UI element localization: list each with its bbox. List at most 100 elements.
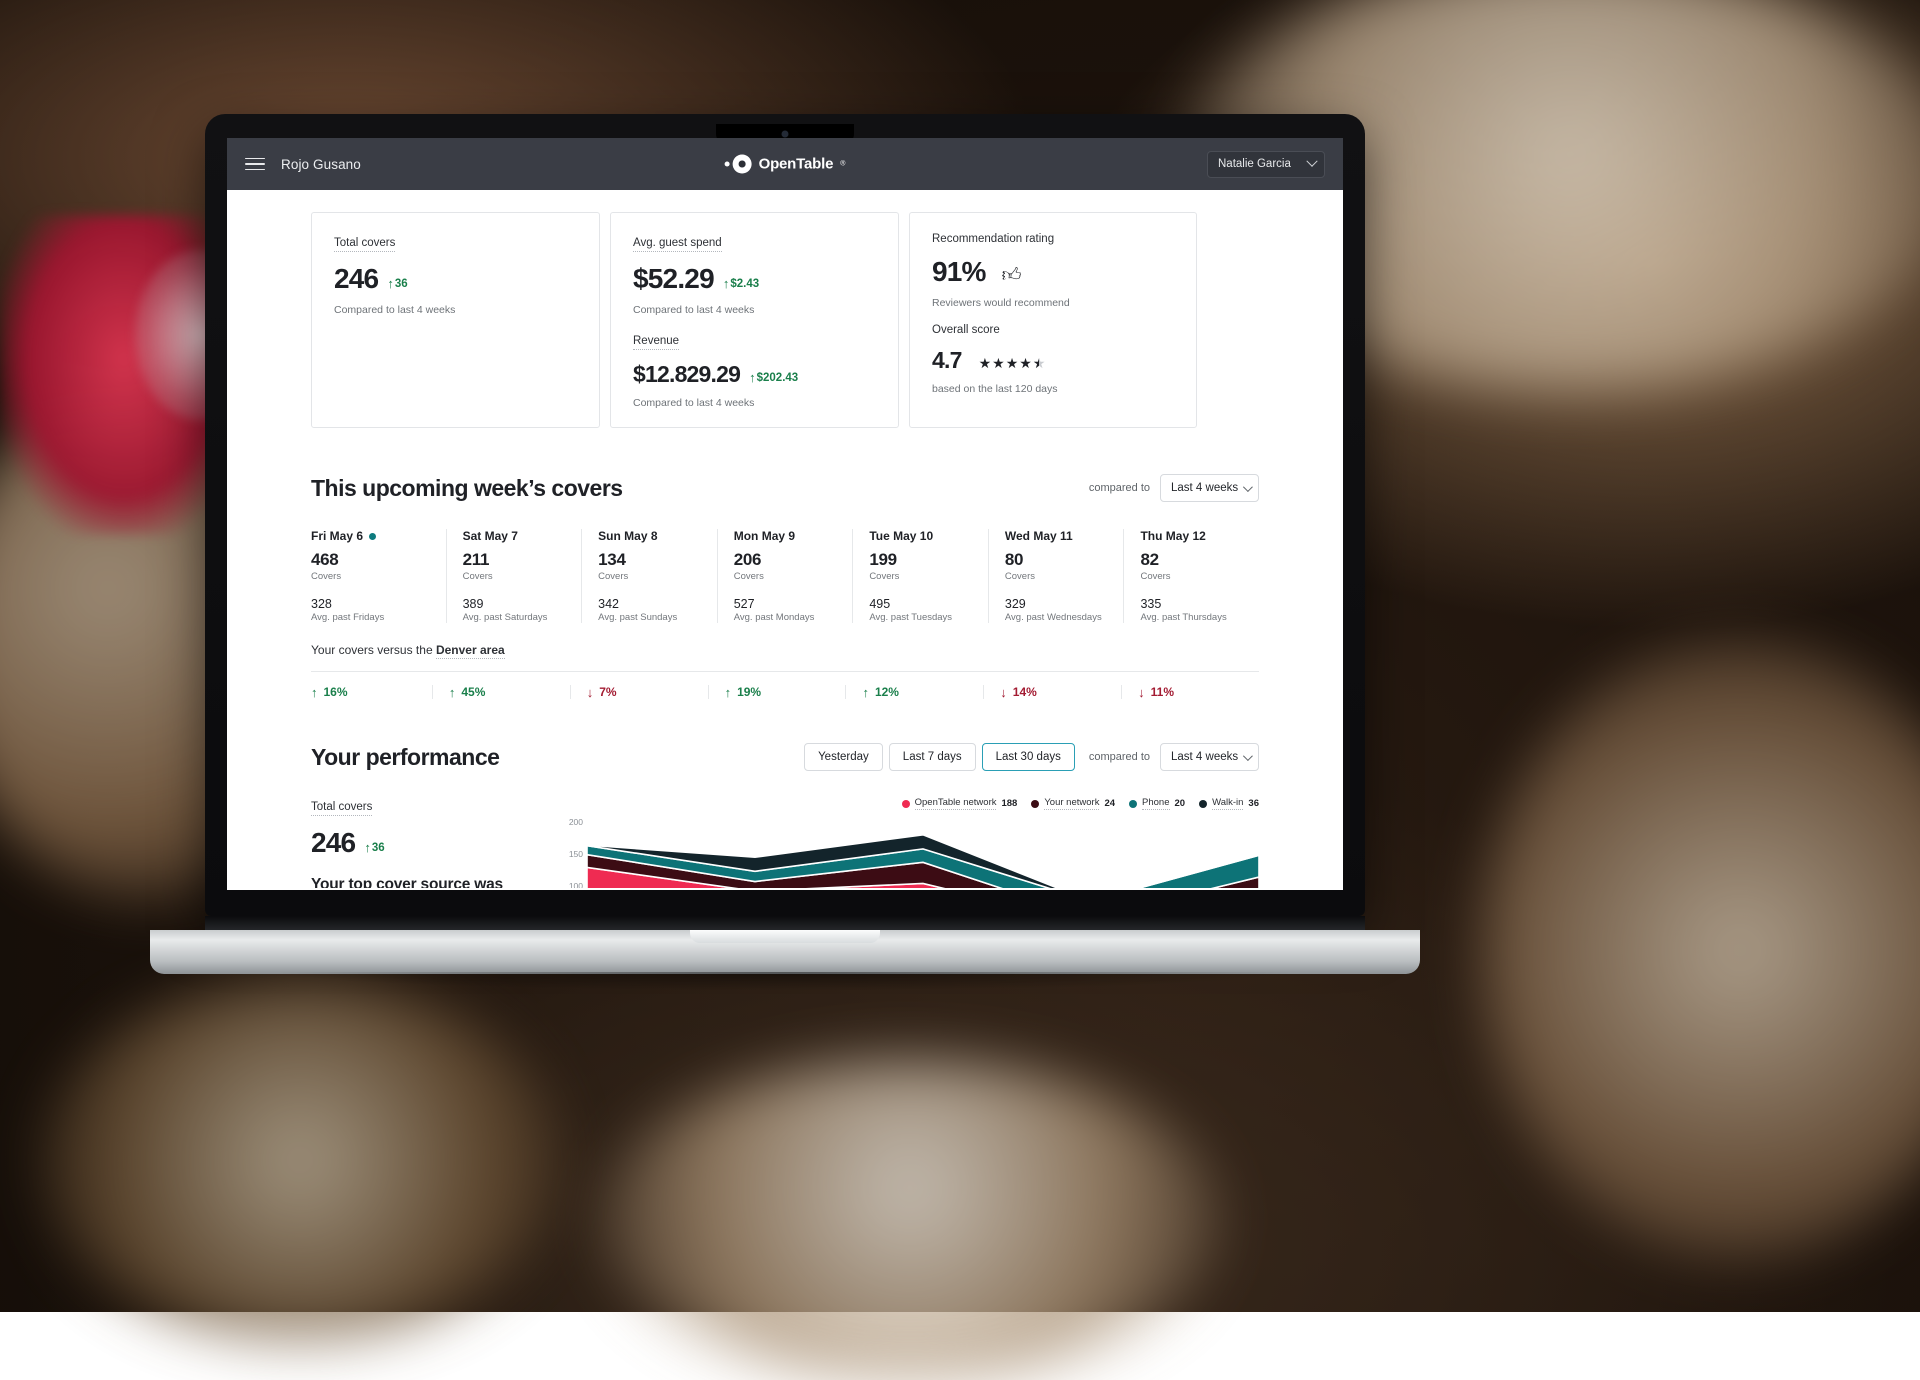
- day-covers-label: Covers: [463, 571, 582, 582]
- thumbs-up-icon: 👍︎: [1002, 266, 1022, 285]
- day-delta-value: 14%: [1013, 685, 1037, 699]
- day-avg-label: Avg. past Saturdays: [463, 612, 582, 623]
- bg-blob: [1480, 640, 1920, 1260]
- versus-area-name: Denver area: [436, 643, 505, 659]
- menu-icon[interactable]: [245, 158, 265, 171]
- legend-color-dot: [1031, 800, 1039, 808]
- day-label: Mon May 9: [734, 529, 795, 543]
- day-name: Tue May 10: [869, 529, 988, 543]
- day-name: Wed May 11: [1005, 529, 1124, 543]
- kpi-label: Avg. guest spend: [633, 237, 722, 252]
- day-card: Thu May 1282Covers335Avg. past Thursdays: [1123, 529, 1259, 623]
- chart-plot-area: 050100150200: [561, 822, 1259, 888]
- arrow-up-icon: ↑: [725, 686, 732, 699]
- user-name: Natalie Garcia: [1218, 158, 1291, 170]
- legend-value: 36: [1248, 798, 1259, 809]
- day-name: Fri May 6: [311, 529, 430, 543]
- kpi-value-revenue: $12.829.29: [633, 361, 740, 388]
- performance-comparison-value: Last 4 weeks: [1171, 751, 1238, 763]
- brand-wordmark: OpenTable: [759, 156, 834, 173]
- arrow-up-icon: ↑: [449, 686, 456, 699]
- star-icon: ★: [992, 355, 1005, 372]
- laptop-hinge: [205, 916, 1365, 930]
- chart-legend: OpenTable network188Your network24Phone2…: [561, 797, 1259, 810]
- y-axis-tick: 200: [569, 817, 583, 827]
- user-menu[interactable]: Natalie Garcia: [1207, 151, 1325, 178]
- covers-chart: OpenTable network188Your network24Phone2…: [561, 797, 1259, 888]
- bg-blob: [600, 1060, 1220, 1380]
- arrow-up-icon: ↑: [723, 277, 730, 290]
- day-card: Sat May 7 211Covers 389Avg. past Saturdays: [446, 529, 582, 623]
- range-button-last-7-days[interactable]: Last 7 days: [889, 743, 976, 771]
- arrow-down-icon: ↓: [1138, 686, 1145, 699]
- kpi-label-overall-score: Overall score: [932, 324, 1174, 336]
- legend-item: OpenTable network188: [902, 797, 1018, 810]
- app-screen: Rojo Gusano OpenTable ® Natalie Garcia: [227, 138, 1343, 890]
- day-label: Sat May 7: [463, 529, 518, 543]
- day-delta-value: 11%: [1151, 685, 1174, 699]
- day-delta-value: 19%: [737, 685, 761, 699]
- week-comparison-select[interactable]: Last 4 weeks: [1160, 474, 1259, 502]
- y-axis-tick: 100: [569, 881, 583, 888]
- app-topbar: Rojo Gusano OpenTable ® Natalie Garcia: [227, 138, 1343, 190]
- kpi-sub-overall-score: based on the last 120 days: [932, 383, 1174, 395]
- y-axis-tick: 150: [569, 849, 583, 859]
- bg-blob: [40, 980, 560, 1340]
- performance-comparison-select[interactable]: Last 4 weeks: [1160, 743, 1259, 771]
- day-covers-value: 199: [869, 550, 988, 570]
- day-delta: ↑16%: [311, 685, 432, 699]
- day-delta-value: 7%: [599, 685, 616, 699]
- today-indicator-dot: [369, 533, 376, 540]
- day-delta-value: 12%: [875, 685, 899, 699]
- star-icon: ★: [1019, 355, 1032, 372]
- day-name: Thu May 12: [1140, 529, 1259, 543]
- star-icon: ★: [979, 355, 992, 372]
- performance-total-label: Total covers: [311, 801, 372, 816]
- kpi-value: 91%: [932, 256, 986, 288]
- compared-to-label: compared to: [1089, 482, 1150, 494]
- range-button-yesterday[interactable]: Yesterday: [804, 743, 883, 771]
- arrow-up-icon: ↑: [862, 686, 869, 699]
- chart-y-axis: 050100150200: [561, 822, 585, 888]
- laptop-lid: Rojo Gusano OpenTable ® Natalie Garcia: [205, 114, 1365, 916]
- legend-label: Your network: [1044, 797, 1099, 810]
- kpi-sub-revenue: Compared to last 4 weeks: [633, 397, 876, 409]
- day-card: Mon May 9206Covers527Avg. past Mondays: [717, 529, 853, 623]
- day-card: Sun May 8134Covers342Avg. past Sundays: [581, 529, 717, 623]
- kpi-label-revenue: Revenue: [633, 335, 679, 350]
- day-avg-label: Avg. past Sundays: [598, 612, 717, 623]
- day-card: Tue May 10199Covers495Avg. past Tuesdays: [852, 529, 988, 623]
- day-covers-value: 206: [734, 550, 853, 570]
- day-avg-label: Avg. past Mondays: [734, 612, 853, 623]
- chevron-down-icon: [1306, 156, 1317, 167]
- week-days-row: Fri May 6468Covers328Avg. past FridaysSa…: [311, 529, 1259, 623]
- day-avg-value: 389: [463, 597, 582, 611]
- day-covers-value: 211: [463, 550, 582, 570]
- kpi-sub: Compared to last 4 weeks: [334, 304, 577, 316]
- laptop-base: [150, 930, 1420, 974]
- kpi-card-total-covers: Total covers 246 ↑ 36 Compared to last 4…: [311, 212, 600, 428]
- day-delta-value: 16%: [324, 685, 348, 699]
- star-half-icon: ★: [1033, 355, 1046, 372]
- performance-insight-text: Your top cover source was OpenTable, whi…: [311, 875, 541, 888]
- versus-area-line: Your covers versus the Denver area: [311, 643, 1259, 657]
- brand-trademark: ®: [840, 161, 845, 168]
- opentable-mark-icon: [725, 155, 752, 174]
- performance-section: Your performance YesterdayLast 7 daysLas…: [227, 743, 1343, 888]
- day-avg-label: Avg. past Fridays: [311, 612, 430, 623]
- kpi-label: Total covers: [334, 237, 395, 252]
- kpi-value: 246: [334, 263, 378, 295]
- day-avg-value: 329: [1005, 597, 1124, 611]
- compared-to-label: compared to: [1089, 751, 1150, 763]
- range-button-last-30-days[interactable]: Last 30 days: [982, 743, 1075, 771]
- kpi-sub: Reviewers would recommend: [932, 297, 1174, 309]
- star-icon: ★: [1006, 355, 1019, 372]
- day-avg-label: Avg. past Thursdays: [1140, 612, 1259, 623]
- camera-icon: [782, 131, 789, 138]
- day-label: Tue May 10: [869, 529, 933, 543]
- legend-color-dot: [902, 800, 910, 808]
- day-card: Fri May 6468Covers328Avg. past Fridays: [311, 529, 446, 623]
- kpi-row: Total covers 246 ↑ 36 Compared to last 4…: [227, 212, 1343, 428]
- performance-title: Your performance: [311, 744, 499, 771]
- day-delta-value: 45%: [461, 685, 485, 699]
